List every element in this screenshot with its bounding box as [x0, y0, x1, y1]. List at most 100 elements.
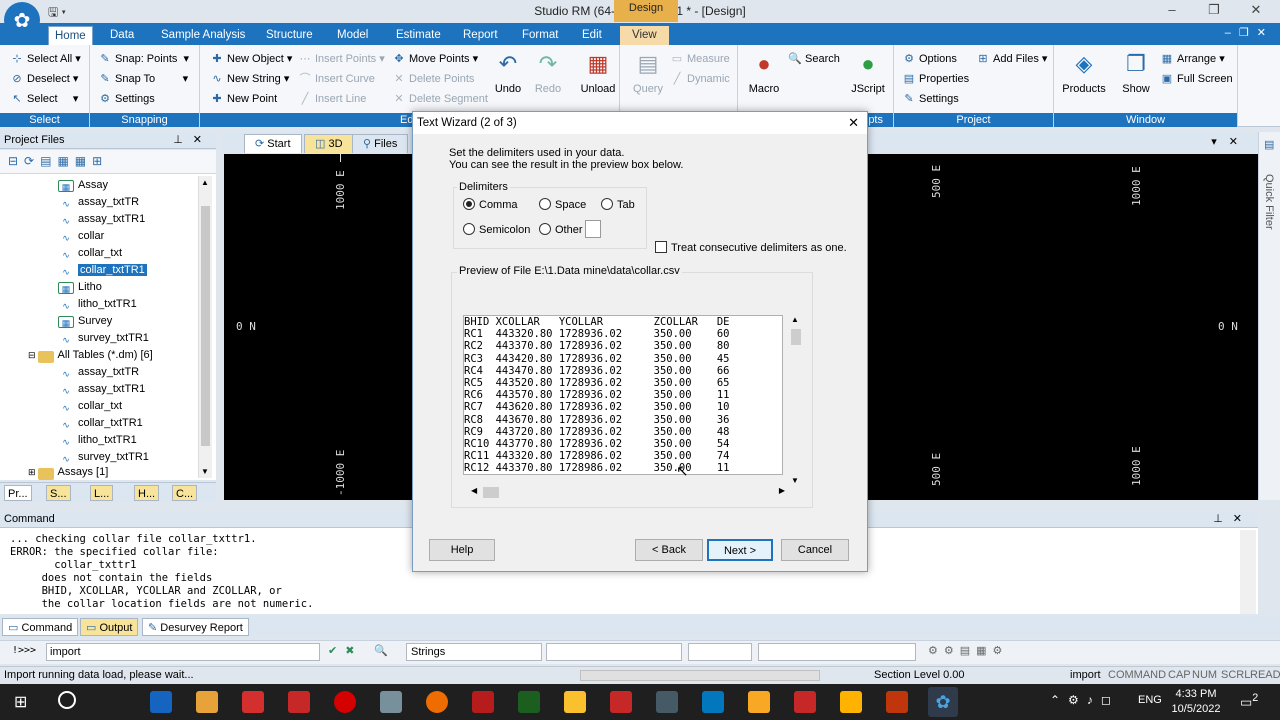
- attribute-combo[interactable]: [546, 643, 682, 661]
- tab-data[interactable]: Data: [104, 26, 140, 45]
- tab-loaded[interactable]: L...: [90, 485, 114, 501]
- scroll-thumb[interactable]: [791, 329, 801, 345]
- format-tools[interactable]: ⚙⚙▤▦⚙: [928, 644, 1008, 657]
- scroll-down-icon[interactable]: ▼: [201, 467, 209, 476]
- app-icon[interactable]: [794, 691, 816, 713]
- search-icon[interactable]: 🔍: [374, 644, 388, 657]
- tab-estimate[interactable]: Estimate: [390, 26, 447, 45]
- tab-edit[interactable]: Edit: [576, 26, 608, 45]
- strings-combo[interactable]: Strings: [406, 643, 542, 661]
- app-logo-icon[interactable]: ✿: [4, 2, 40, 38]
- tab-start[interactable]: ⟳ Start: [244, 134, 302, 153]
- tree-folder[interactable]: ⊞ ■ Assays [1]: [28, 464, 108, 480]
- arrange-button[interactable]: ▦ Arrange ▾: [1160, 49, 1225, 69]
- tree-item[interactable]: ∿ collar_txt: [58, 398, 122, 415]
- tree-scrollbar[interactable]: ▲ ▼: [198, 176, 212, 478]
- new-object-button[interactable]: ✚ New Object ▾: [210, 49, 292, 69]
- tree-item[interactable]: ▦ Survey: [58, 313, 112, 330]
- outlook-icon[interactable]: [150, 691, 172, 713]
- scroll-right-icon[interactable]: ▶: [779, 486, 785, 495]
- tab-report[interactable]: Report: [457, 26, 504, 45]
- search-button[interactable]: 🔍 Search: [788, 49, 840, 69]
- taskbar-clock[interactable]: 4:33 PM 10/5/2022: [1156, 687, 1236, 717]
- quick-filter-pane[interactable]: ▤ Quick Filter: [1258, 132, 1280, 500]
- scroll-thumb[interactable]: [201, 206, 210, 446]
- deselect-button[interactable]: ⊘ Deselect ▾: [10, 69, 78, 89]
- semicolon-radio[interactable]: Semicolon: [463, 223, 530, 237]
- tab-desurvey-report[interactable]: ✎ Desurvey Report: [142, 618, 249, 636]
- value-combo[interactable]: [688, 643, 752, 661]
- tree-item[interactable]: ∿ assay_txtTR1: [58, 381, 145, 398]
- project-tree[interactable]: ▦ Assay ∿ assay_txtTR ∿ assay_txtTR1 ∿ colla…: [0, 174, 216, 480]
- preview-box[interactable]: BHID XCOLLAR YCOLLAR ZCOLLAR DE RC1 4433…: [463, 315, 783, 475]
- notification-icon[interactable]: ▭2: [1240, 692, 1258, 710]
- macro-button[interactable]: ● Macro: [742, 47, 786, 109]
- minimize-button[interactable]: –: [1152, 2, 1192, 20]
- tab-home[interactable]: Home: [48, 26, 93, 45]
- tree-item[interactable]: ∿ litho_txtTR1: [58, 296, 136, 313]
- properties-button[interactable]: ▤ Properties: [902, 69, 969, 89]
- tree-item[interactable]: ▦ Litho: [58, 279, 102, 296]
- options-button[interactable]: ⚙ Options: [902, 49, 957, 69]
- delete-points-button[interactable]: ✕ Delete Points: [392, 69, 474, 89]
- studio-rm-taskbar-icon[interactable]: ✿: [928, 687, 958, 717]
- project-files-toolbar[interactable]: ⊟⟳▤▦▦⊞: [0, 150, 216, 174]
- command-accept-cancel[interactable]: ✔✖: [328, 644, 362, 657]
- next-button[interactable]: Next >: [707, 539, 773, 561]
- app-icon[interactable]: [656, 691, 678, 713]
- excel-icon[interactable]: [518, 691, 540, 713]
- close-button[interactable]: ✕: [1236, 2, 1276, 20]
- scroll-up-icon[interactable]: ▲: [791, 315, 799, 324]
- move-points-button[interactable]: ✥ Move Points ▾: [392, 49, 478, 69]
- firefox-icon[interactable]: [426, 691, 448, 713]
- insert-points-button[interactable]: ⋯ Insert Points ▾: [298, 49, 385, 69]
- products-button[interactable]: ◈ Products: [1060, 47, 1108, 109]
- tree-item[interactable]: ∿ assay_txtTR1: [58, 211, 145, 228]
- scroll-thumb[interactable]: [483, 487, 499, 498]
- insert-curve-button[interactable]: ⌒ Insert Curve: [298, 69, 375, 89]
- tab-3d[interactable]: ◫ 3D: [304, 134, 354, 153]
- select-button[interactable]: ↖ Select ▾: [10, 89, 78, 109]
- back-button[interactable]: < Back: [635, 539, 703, 561]
- project-settings-button[interactable]: ✎ Settings: [902, 89, 958, 109]
- show-button[interactable]: ❐ Show: [1114, 47, 1158, 109]
- undo-button[interactable]: ↶ Undo: [486, 47, 530, 109]
- panel-pin-close[interactable]: ⊥✕: [173, 132, 212, 149]
- tab-format[interactable]: Format: [516, 26, 564, 45]
- add-files-button[interactable]: ⊞ Add Files ▾: [976, 49, 1047, 69]
- tree-item[interactable]: ▦ Assay: [58, 177, 108, 194]
- tab-files[interactable]: ⚲ Files: [352, 134, 409, 153]
- opera-icon[interactable]: [334, 691, 356, 713]
- app-icon[interactable]: [748, 691, 770, 713]
- query-button[interactable]: ▤ Query: [626, 47, 670, 109]
- search-circle-icon[interactable]: [58, 691, 76, 709]
- tab-model[interactable]: Model: [331, 26, 374, 45]
- view-tab-controls[interactable]: ▾✕: [1211, 135, 1250, 148]
- scroll-down-icon[interactable]: ▼: [791, 476, 799, 485]
- tree-folder[interactable]: ⊟ ■ All Tables (*.dm) [6]: [28, 347, 153, 364]
- tree-item-selected[interactable]: ∿ collar_txtTR1: [58, 262, 147, 279]
- dynamic-button[interactable]: ╱ Dynamic: [670, 69, 730, 89]
- powerpoint-icon[interactable]: [886, 691, 908, 713]
- tree-item[interactable]: ∿ collar_txtTR1: [58, 415, 143, 432]
- new-string-button[interactable]: ∿ New String ▾: [210, 69, 289, 89]
- tab-project[interactable]: Pr...: [4, 485, 32, 501]
- tree-item[interactable]: ∿ assay_txtTR: [58, 364, 139, 381]
- full-screen-button[interactable]: ▣ Full Screen: [1160, 69, 1233, 89]
- app-icon[interactable]: [702, 691, 724, 713]
- app-icon[interactable]: [288, 691, 310, 713]
- windows-start-icon[interactable]: ⊞: [14, 692, 27, 712]
- command-pin-close[interactable]: ⊥✕: [1213, 511, 1252, 528]
- tab-view[interactable]: View: [620, 26, 669, 45]
- tree-item[interactable]: ∿ assay_txtTR: [58, 194, 139, 211]
- tab-output[interactable]: ▭ Output: [80, 618, 139, 636]
- file-explorer-icon[interactable]: [564, 691, 586, 713]
- preview-hscrollbar[interactable]: ◀ ▶: [469, 486, 785, 500]
- command-input[interactable]: import: [46, 643, 320, 661]
- tree-item[interactable]: ∿ survey_txtTR1: [58, 330, 149, 347]
- autocad-icon[interactable]: [242, 691, 264, 713]
- tab-history[interactable]: H...: [134, 485, 160, 501]
- dialog-close-icon[interactable]: ✕: [848, 112, 859, 134]
- snap-to-button[interactable]: ✎ Snap To ▾: [98, 69, 188, 89]
- snapping-settings-button[interactable]: ⚙ Settings: [98, 89, 155, 109]
